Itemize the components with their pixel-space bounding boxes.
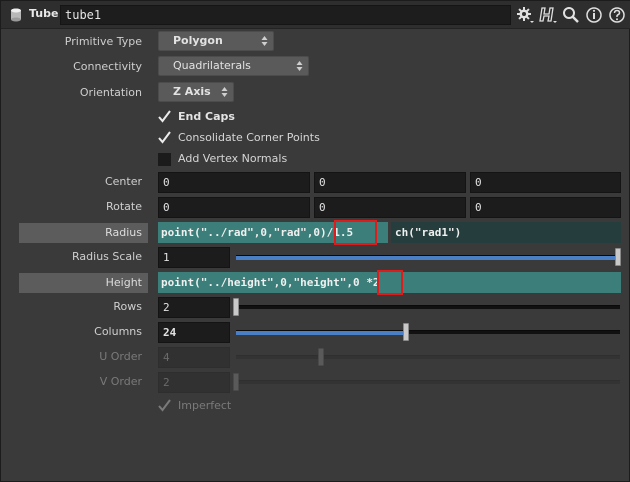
- help-icon[interactable]: [607, 5, 627, 25]
- primitive-type-label: Primitive Type: [64, 35, 142, 48]
- node-header: Tube tube1: [1, 1, 630, 29]
- end-caps-label: End Caps: [178, 110, 235, 123]
- v-order-label: V Order: [99, 375, 142, 388]
- gear-icon[interactable]: [515, 5, 535, 25]
- radius-expression-field-2[interactable]: ch("rad1"): [391, 222, 621, 243]
- radius-scale-slider-fill: [236, 256, 620, 260]
- v-order-slider-handle: [233, 373, 239, 391]
- u-order-label: U Order: [99, 350, 142, 363]
- primitive-type-value: Polygon: [173, 34, 223, 47]
- rotate-label: Rotate: [105, 200, 142, 213]
- connectivity-value: Quadrilaterals: [173, 59, 251, 72]
- search-icon[interactable]: [561, 5, 581, 25]
- orientation-label: Orientation: [79, 86, 142, 99]
- columns-label: Columns: [94, 325, 142, 338]
- center-label: Center: [104, 175, 142, 188]
- u-order-slider-handle: [318, 348, 324, 366]
- v-order-slider: [236, 380, 620, 384]
- center-y-field[interactable]: 0: [314, 172, 466, 193]
- radius-divisor-highlight: [334, 220, 377, 245]
- connectivity-label: Connectivity: [73, 60, 142, 73]
- tube-node-icon: [11, 8, 21, 22]
- info-icon[interactable]: [584, 5, 604, 25]
- imperfect-label: Imperfect: [178, 399, 232, 412]
- rows-slider-handle[interactable]: [233, 298, 239, 316]
- rotate-x-field[interactable]: 0: [158, 197, 310, 218]
- menu-arrows-icon: [261, 36, 268, 46]
- orientation-value: Z Axis: [173, 85, 211, 98]
- columns-slider[interactable]: [236, 330, 620, 335]
- menu-arrows-icon: [221, 87, 228, 97]
- height-label: Height: [19, 273, 148, 293]
- rows-field[interactable]: 2: [158, 297, 230, 318]
- imperfect-checkbox: [158, 399, 171, 412]
- center-z-field[interactable]: 0: [470, 172, 621, 193]
- radius-scale-slider[interactable]: [236, 255, 620, 260]
- orientation-menu[interactable]: Z Axis: [158, 82, 234, 102]
- consolidate-checkbox[interactable]: [158, 131, 171, 144]
- u-order-field: 4: [158, 347, 230, 368]
- u-order-slider: [236, 355, 620, 359]
- columns-field[interactable]: 24: [158, 322, 230, 343]
- primitive-type-menu[interactable]: Polygon: [158, 31, 274, 51]
- connectivity-menu[interactable]: Quadrilaterals: [158, 56, 309, 76]
- columns-slider-fill: [236, 331, 409, 335]
- center-x-field[interactable]: 0: [158, 172, 310, 193]
- parameter-pane: Tube tube1 Primitive Type Polygon Connec…: [0, 0, 630, 482]
- vertex-normals-label: Add Vertex Normals: [178, 152, 288, 165]
- rows-slider[interactable]: [236, 305, 620, 309]
- radius-expression-main: point("../rad",0,"rad",0): [161, 226, 327, 239]
- rows-label: Rows: [113, 300, 142, 313]
- consolidate-label: Consolidate Corner Points: [178, 131, 320, 144]
- menu-arrows-icon: [296, 61, 303, 71]
- height-expression-main: point("../height",0,"height",0: [161, 276, 367, 289]
- rotate-y-field[interactable]: 0: [314, 197, 466, 218]
- v-order-field: 2: [158, 372, 230, 393]
- end-caps-checkbox[interactable]: [158, 110, 171, 123]
- node-type-label: Tube: [29, 7, 59, 20]
- radius-scale-slider-handle[interactable]: [615, 248, 621, 266]
- vertex-normals-checkbox[interactable]: [158, 153, 171, 166]
- radius-scale-label: Radius Scale: [72, 250, 142, 263]
- columns-slider-handle[interactable]: [403, 323, 409, 341]
- node-name-field[interactable]: tube1: [60, 5, 511, 25]
- radius-scale-field[interactable]: 1: [158, 247, 230, 268]
- houdini-help-icon[interactable]: [538, 5, 558, 25]
- height-multiplier-highlight: [377, 270, 403, 295]
- rotate-z-field[interactable]: 0: [470, 197, 621, 218]
- radius-label: Radius: [19, 223, 148, 243]
